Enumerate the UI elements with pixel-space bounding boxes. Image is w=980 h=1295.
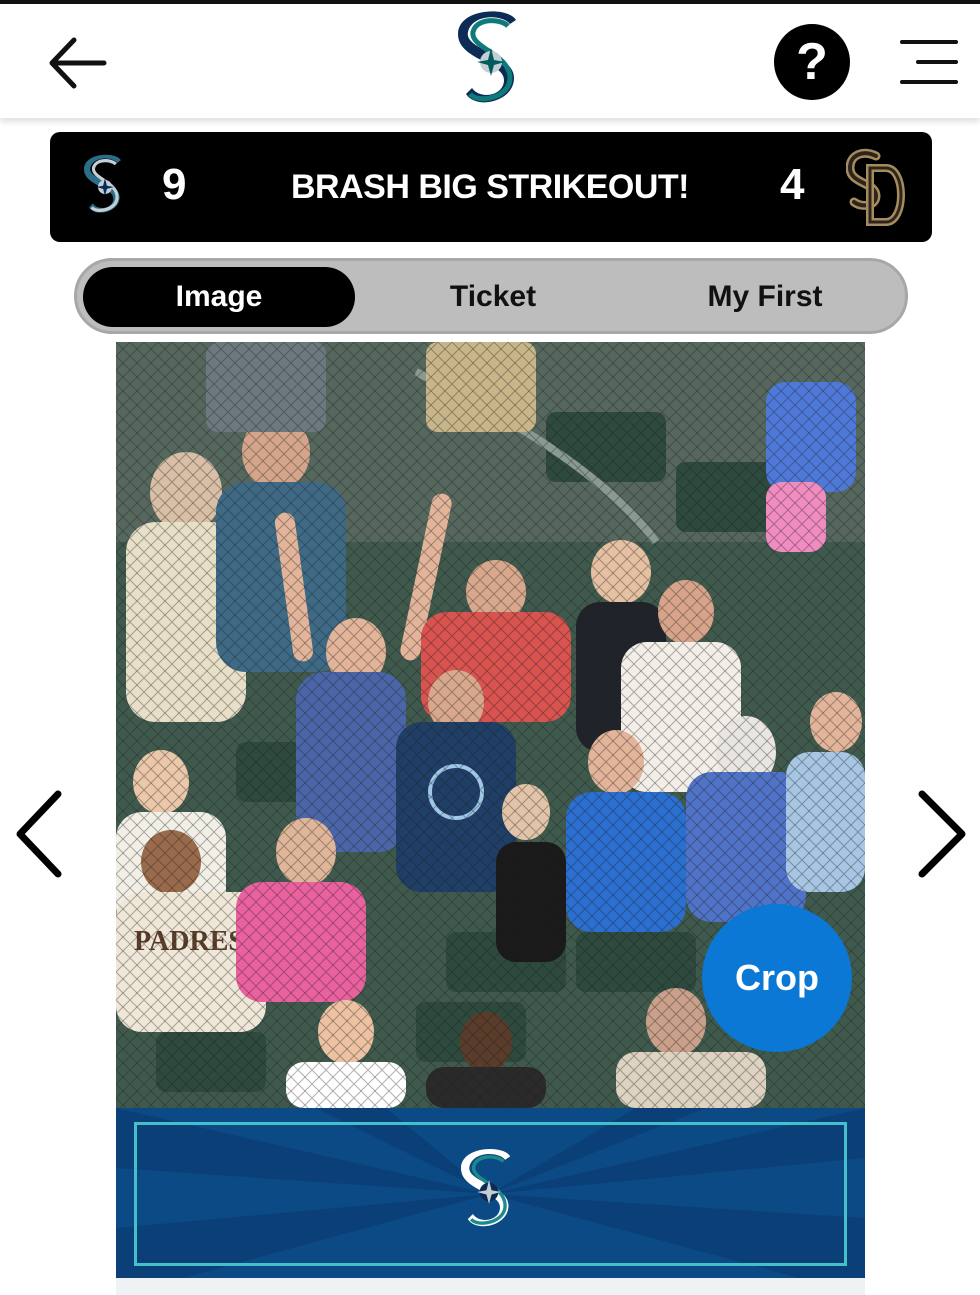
mariners-logo-icon	[461, 1144, 517, 1240]
mariners-logo-icon	[84, 148, 126, 226]
play-headline: BRASH BIG STRIKEOUT!	[291, 168, 690, 206]
next-image-button[interactable]	[912, 784, 972, 884]
app-header: ?	[0, 4, 980, 118]
previous-image-button[interactable]	[10, 784, 70, 884]
banner-footer	[116, 1278, 865, 1295]
tab-my-first[interactable]: My First	[629, 267, 901, 327]
home-score: 9	[162, 160, 187, 209]
away-score: 4	[780, 160, 805, 209]
mariners-banner	[116, 1108, 865, 1280]
chevron-right-icon	[918, 790, 966, 878]
crop-button[interactable]: Crop	[702, 904, 852, 1052]
help-button[interactable]: ?	[774, 24, 850, 100]
back-button[interactable]	[40, 32, 110, 94]
view-tabs: Image Ticket My First	[74, 258, 908, 334]
mariners-logo-icon	[458, 10, 524, 114]
padres-logo-icon	[845, 148, 908, 228]
hamburger-menu-icon[interactable]	[896, 34, 958, 92]
tab-image[interactable]: Image	[83, 267, 355, 327]
scoreboard: 9 BRASH BIG STRIKEOUT! 4	[50, 132, 932, 242]
arrow-left-icon	[49, 37, 107, 89]
tab-ticket[interactable]: Ticket	[357, 267, 629, 327]
chevron-left-icon	[16, 790, 62, 878]
